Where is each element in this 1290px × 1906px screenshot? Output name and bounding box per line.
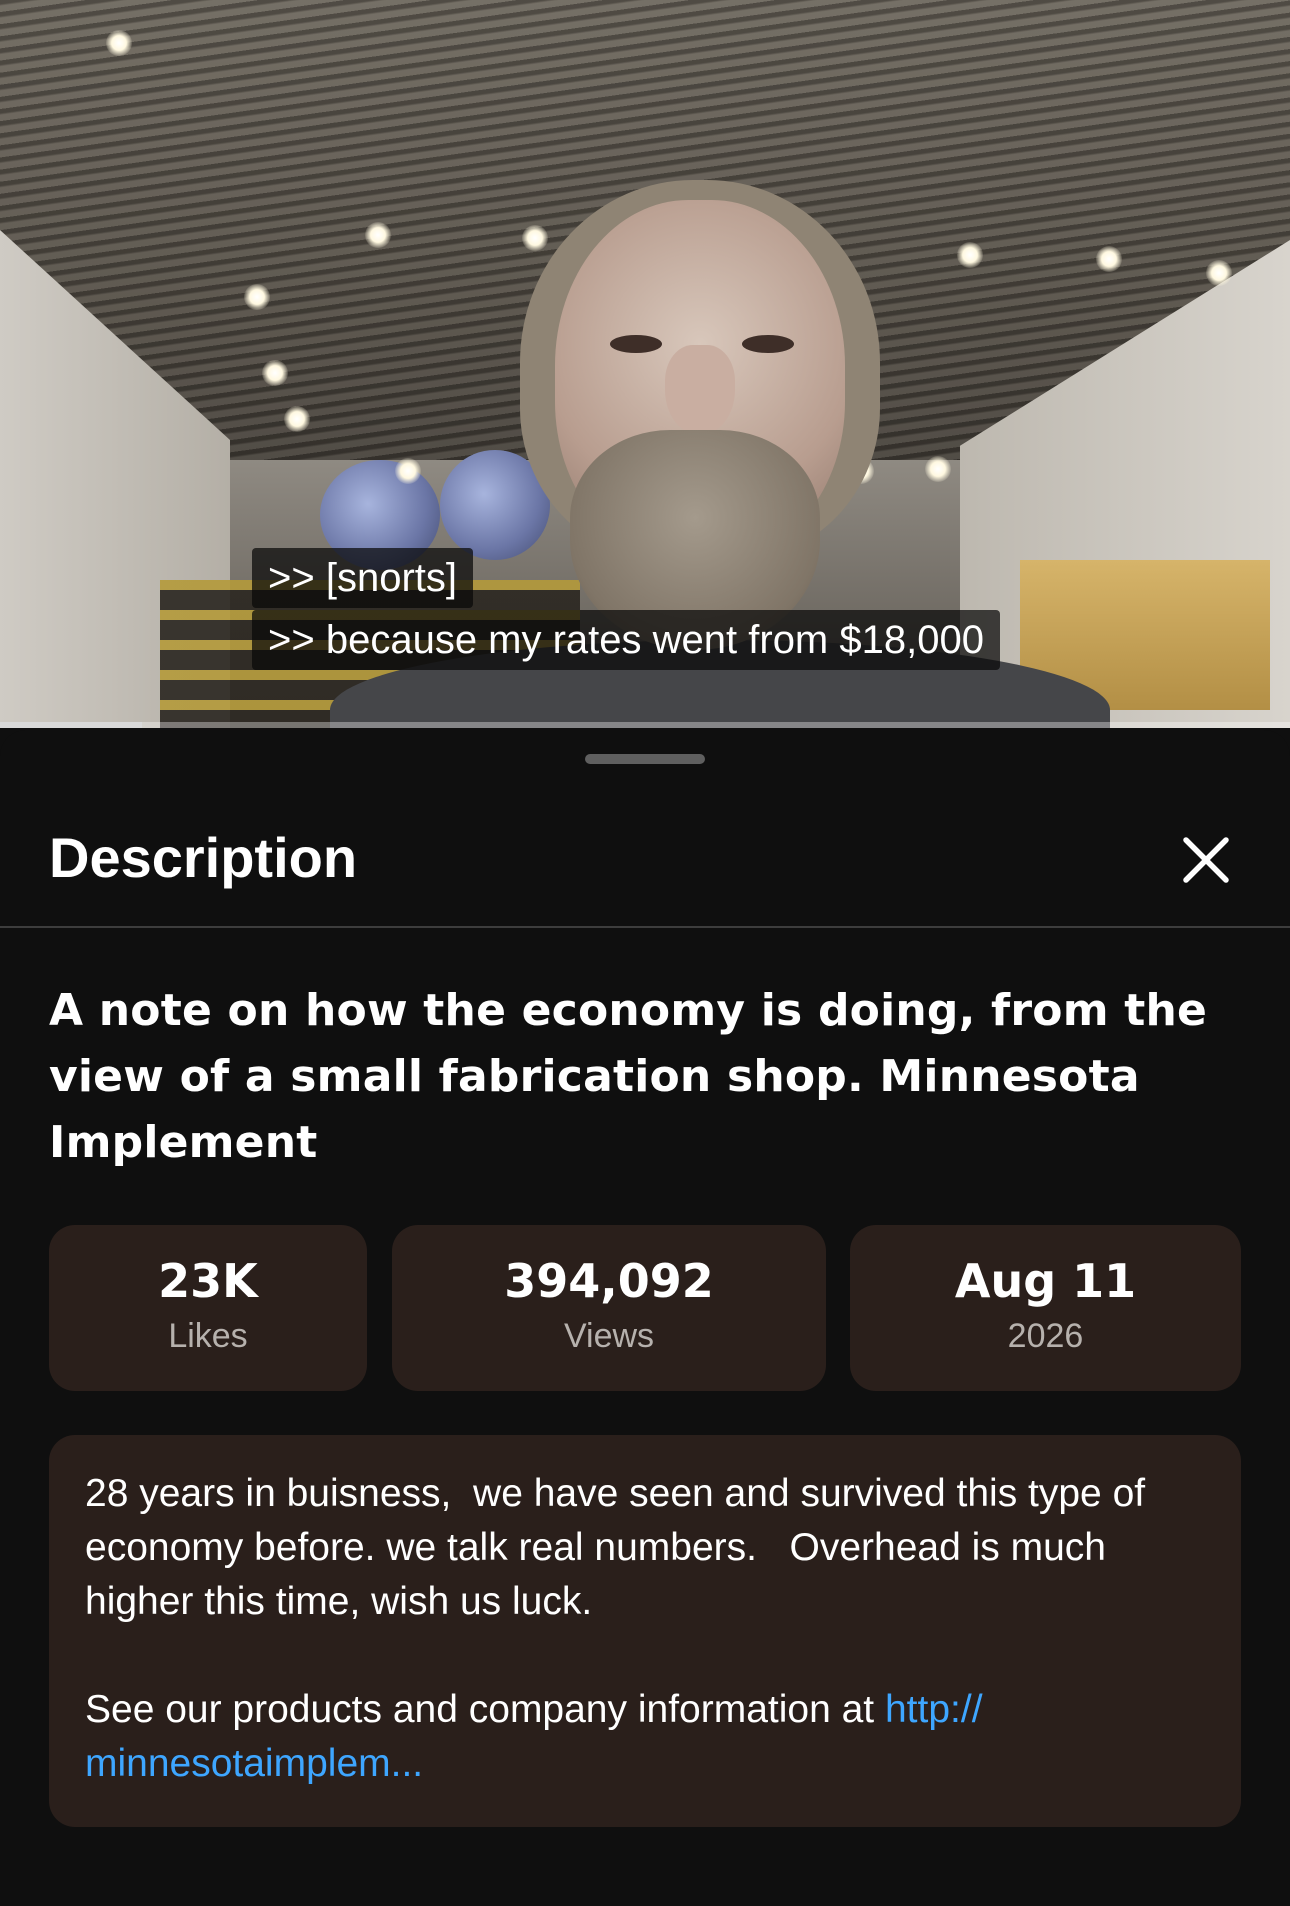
video-player[interactable]: >> [snorts] >> because my rates went fro…: [0, 0, 1290, 728]
views-count: 394,092: [504, 1254, 714, 1308]
description-text: 28 years in buisness, we have seen and s…: [85, 1472, 1156, 1623]
description-box[interactable]: 28 years in buisness, we have seen and s…: [49, 1435, 1241, 1827]
caption-line: >> [snorts]: [252, 548, 473, 608]
publish-date: Aug 11: [954, 1254, 1137, 1308]
close-button[interactable]: [1176, 830, 1236, 890]
likes-stat[interactable]: 23K Likes: [49, 1225, 367, 1391]
ceiling-light: [395, 458, 421, 484]
ceiling-light: [244, 284, 270, 310]
person-eye: [742, 335, 794, 353]
ceiling-light: [365, 222, 391, 248]
description-link-prefix: See our products and company information…: [85, 1688, 885, 1731]
closed-captions: >> [snorts] >> because my rates went fro…: [252, 548, 1000, 670]
video-progress-fill: [0, 722, 142, 728]
likes-count: 23K: [158, 1254, 258, 1308]
likes-label: Likes: [168, 1317, 248, 1355]
ceiling-light: [284, 406, 310, 432]
person-eye: [610, 335, 662, 353]
caption-line: >> because my rates went from $18,000: [252, 610, 1000, 670]
ceiling-light: [1206, 260, 1232, 286]
sheet-title: Description: [49, 826, 358, 889]
publish-year: 2026: [1007, 1317, 1084, 1355]
ceiling-light: [522, 225, 548, 251]
date-stat[interactable]: Aug 11 2026: [850, 1225, 1241, 1391]
video-title: A note on how the economy is doing, from…: [49, 985, 1208, 1168]
drag-handle[interactable]: [585, 754, 705, 764]
ceiling-light: [957, 242, 983, 268]
ceiling-light: [925, 456, 951, 482]
video-progress-bar[interactable]: [0, 722, 1290, 728]
ceiling-light: [106, 30, 132, 56]
sheet-header: Description: [0, 780, 1290, 928]
ceiling-light: [262, 360, 288, 386]
stats-row: 23K Likes 394,092 Views Aug 11 2026: [49, 1225, 1241, 1391]
description-link-line: See our products and company information…: [85, 1683, 1205, 1791]
views-label: Views: [563, 1317, 655, 1355]
person-nose: [665, 345, 735, 435]
ceiling-light: [1096, 246, 1122, 272]
close-icon: [1183, 837, 1229, 883]
views-stat[interactable]: 394,092 Views: [392, 1225, 826, 1391]
description-sheet: Description A note on how the economy is…: [0, 730, 1290, 1906]
